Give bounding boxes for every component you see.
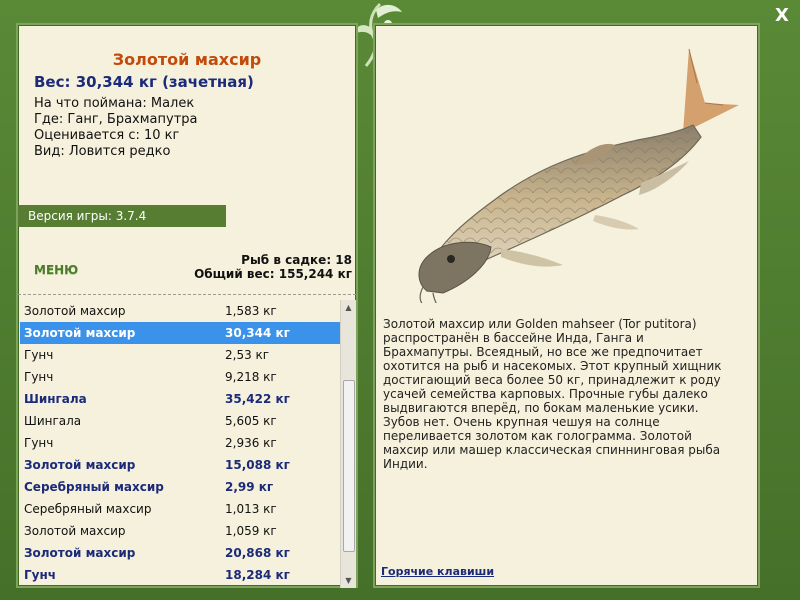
catch-fish-name: Золотой махсир <box>24 524 126 538</box>
catch-fish-name: Серебряный махсир <box>24 480 164 494</box>
catch-fish-weight: 2,936 кг <box>225 436 277 450</box>
hotkeys-link[interactable]: Горячие клавиши <box>381 565 494 578</box>
catch-list-row[interactable]: Золотой махсир 20,868 кг <box>20 542 342 564</box>
keep-stats: Рыб в садке: 18 Общий вес: 155,244 кг <box>194 253 352 281</box>
catch-fish-weight: 1,059 кг <box>225 524 277 538</box>
catch-fish-name: Гунч <box>24 568 56 582</box>
fish-illustration <box>418 48 739 303</box>
detail-location: Где: Ганг, Брахмапутра <box>34 112 198 127</box>
catch-fish-name: Золотой махсир <box>24 458 136 472</box>
scroll-down-arrow-icon[interactable]: ▼ <box>341 573 356 588</box>
catch-fish-weight: 20,868 кг <box>225 546 290 560</box>
catch-fish-weight: 35,422 кг <box>225 392 290 406</box>
catch-fish-weight: 30,344 кг <box>225 326 290 340</box>
catch-fish-name: Золотой махсир <box>24 546 136 560</box>
catch-fish-name: Серебряный махсир <box>24 502 152 516</box>
catch-list-row[interactable]: Гунч 2,936 кг <box>20 432 342 454</box>
catch-fish-weight: 2,99 кг <box>225 480 274 494</box>
catch-fish-weight: 15,088 кг <box>225 458 290 472</box>
catch-list-row[interactable]: Гунч 9,218 кг <box>20 366 342 388</box>
fish-description-panel: Золотой махсир или Golden mahseer (Tor p… <box>373 23 760 588</box>
catch-fish-weight: 18,284 кг <box>225 568 290 582</box>
catch-list-row[interactable]: Золотой махсир 1,583 кг <box>20 300 342 322</box>
catch-list-row[interactable]: Шингала 5,605 кг <box>20 410 342 432</box>
fish-description: Золотой махсир или Golden mahseer (Tor p… <box>383 317 722 471</box>
keep-total-weight: Общий вес: 155,244 кг <box>194 267 352 281</box>
catch-list-scrollbar[interactable]: ▲ ▼ <box>340 300 356 588</box>
fish-info-panel: Золотой махсир Вес: 30,344 кг (зачетная)… <box>16 23 358 588</box>
catch-fish-weight: 1,013 кг <box>225 502 277 516</box>
catch-fish-weight: 2,53 кг <box>225 348 270 362</box>
fish-details: На что поймана: Малек Где: Ганг, Брахмап… <box>34 96 198 160</box>
catch-list-row[interactable]: Серебряный махсир 2,99 кг <box>20 476 342 498</box>
detail-scoring: Оценивается с: 10 кг <box>34 128 180 143</box>
fish-title: Золотой махсир <box>112 50 262 69</box>
catch-fish-name: Гунч <box>24 348 54 362</box>
version-bar: Версия игры: 3.7.4 <box>18 205 226 227</box>
catch-list-row[interactable]: Гунч 2,53 кг <box>20 344 342 366</box>
catch-fish-weight: 9,218 кг <box>225 370 277 384</box>
catch-list-row[interactable]: Золотой махсир 15,088 кг <box>20 454 342 476</box>
catch-list-row[interactable]: Шингала 35,422 кг <box>20 388 342 410</box>
catch-fish-name: Золотой махсир <box>24 304 126 318</box>
detail-rarity: Вид: Ловится редко <box>34 144 171 159</box>
catch-list-row[interactable]: Гунч 18,284 кг <box>20 564 342 586</box>
catch-fish-name: Гунч <box>24 370 54 384</box>
catch-fish-name: Гунч <box>24 436 54 450</box>
catch-list-row[interactable]: Золотой махсир 1,059 кг <box>20 520 342 542</box>
menu-button[interactable]: МЕНЮ <box>34 263 78 277</box>
scroll-up-arrow-icon[interactable]: ▲ <box>341 300 356 315</box>
catch-fish-weight: 1,583 кг <box>225 304 277 318</box>
divider <box>18 294 356 295</box>
detail-bait: На что поймана: Малек <box>34 96 195 111</box>
catch-fish-name: Шингала <box>24 414 82 428</box>
catch-list-row[interactable]: Золотой махсир 30,344 кг <box>20 322 342 344</box>
catch-fish-name: Шингала <box>24 392 87 406</box>
keep-count: Рыб в садке: 18 <box>241 253 352 267</box>
catch-list-row[interactable]: Серебряный махсир 1,013 кг <box>20 498 342 520</box>
scroll-thumb[interactable] <box>343 380 355 552</box>
close-button[interactable]: X <box>771 5 793 27</box>
catch-fish-weight: 5,605 кг <box>225 414 277 428</box>
fish-weight: Вес: 30,344 кг (зачетная) <box>34 73 254 91</box>
catch-fish-name: Золотой махсир <box>24 326 136 340</box>
catch-list[interactable]: Золотой махсир 1,583 кг Золотой махсир 30,3… <box>20 300 342 588</box>
